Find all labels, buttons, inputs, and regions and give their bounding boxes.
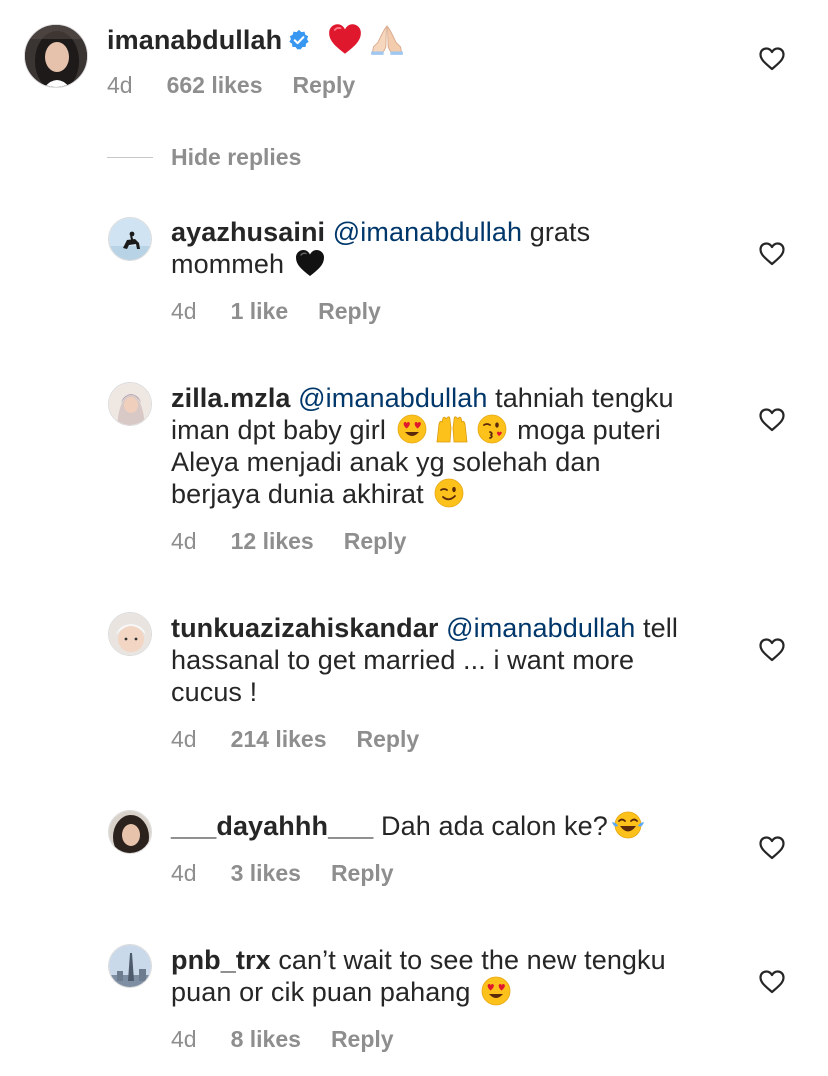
comment-time: 4d	[171, 298, 197, 324]
comment-meta: 4d 8 likes Reply	[171, 1026, 424, 1053]
folded-hands-emoji	[370, 25, 403, 55]
comment-body: can’t wait to see the new tengku	[278, 945, 666, 975]
heart-outline-icon[interactable]	[759, 970, 785, 994]
heart-outline-icon[interactable]	[759, 408, 785, 432]
comment-time: 4d	[107, 72, 133, 98]
username[interactable]: imanabdullah	[107, 25, 282, 55]
comment-time: 4d	[171, 860, 197, 886]
reply-button[interactable]: Reply	[331, 860, 394, 886]
avatar[interactable]	[108, 217, 152, 261]
heart-outline-icon[interactable]	[759, 638, 785, 662]
divider	[107, 156, 153, 158]
reply-button[interactable]: Reply	[318, 298, 381, 324]
comment-text: ___dayahhh___ Dah ada calon ke?	[171, 810, 650, 842]
avatar[interactable]	[108, 382, 152, 426]
comment-text: imanabdullah	[107, 22, 409, 56]
comment-body: Aleya menjadi anak yg solehah dan	[171, 447, 601, 477]
likes-count[interactable]: 8 likes	[231, 1026, 301, 1052]
likes-count[interactable]: 1 like	[231, 298, 289, 324]
mention-link[interactable]: @imanabdullah	[446, 613, 635, 643]
username[interactable]: zilla.mzla	[171, 383, 291, 413]
avatar[interactable]	[108, 944, 152, 988]
heart-outline-icon[interactable]	[759, 47, 785, 71]
heart-eyes-emoji	[397, 414, 427, 444]
likes-count[interactable]: 12 likes	[231, 528, 314, 554]
winking-face-emoji	[434, 478, 464, 508]
tears-of-joy-emoji	[611, 811, 644, 839]
comment-body: berjaya dunia akhirat	[171, 479, 424, 509]
comment-text: ayazhusaini @imanabdullah grats mommeh	[171, 216, 590, 280]
comment-body: hassanal to get married ... i want more	[171, 645, 635, 675]
reply-button[interactable]: Reply	[357, 726, 420, 752]
comment-body: grats	[529, 217, 591, 247]
hide-replies-label[interactable]: Hide replies	[171, 144, 301, 171]
hide-replies-toggle[interactable]: Hide replies	[107, 142, 301, 172]
comment-body: moga puteri	[517, 415, 661, 445]
likes-count[interactable]: 214 likes	[231, 726, 327, 752]
username[interactable]: ___dayahhh___	[171, 811, 373, 841]
comment-body: puan or cik puan pahang	[171, 977, 471, 1007]
comment-text: pnb_trx can’t wait to see the new tengku…	[171, 944, 666, 1008]
comment-body: Dah ada calon ke?	[381, 811, 608, 841]
comment-text: zilla.mzla @imanabdullah tahniah tengku …	[171, 382, 674, 510]
reply-button[interactable]: Reply	[344, 528, 407, 554]
kissing-wink-emoji	[477, 414, 507, 444]
reply-button[interactable]: Reply	[331, 1026, 394, 1052]
avatar[interactable]	[24, 24, 88, 88]
reply-button[interactable]: Reply	[293, 72, 356, 98]
comment-body: tahniah tengku	[495, 383, 674, 413]
comment-meta: 4d 3 likes Reply	[171, 860, 424, 887]
comment-meta: 4d 12 likes Reply	[171, 528, 436, 555]
comment-time: 4d	[171, 528, 197, 554]
mention-link[interactable]: @imanabdullah	[333, 217, 522, 247]
avatar[interactable]	[108, 612, 152, 656]
avatar[interactable]	[108, 810, 152, 854]
username[interactable]: tunkuazizahiskandar	[171, 613, 438, 643]
mention-link[interactable]: @imanabdullah	[298, 383, 487, 413]
black-heart-emoji	[295, 250, 324, 276]
comment-meta: 4d 214 likes Reply	[171, 726, 449, 753]
comment-body: mommeh	[171, 249, 285, 279]
heart-outline-icon[interactable]	[759, 836, 785, 860]
red-heart-emoji	[328, 24, 361, 54]
comment-meta: 4d 1 like Reply	[171, 298, 411, 325]
comment-body: cucus !	[171, 677, 258, 707]
comment-body: iman dpt baby girl	[171, 415, 386, 445]
heart-outline-icon[interactable]	[759, 242, 785, 266]
comment-time: 4d	[171, 1026, 197, 1052]
comment-body: tell	[643, 613, 678, 643]
verified-badge-icon	[289, 29, 309, 50]
comment-text: tunkuazizahiskandar @imanabdullah tell h…	[171, 612, 678, 708]
likes-count[interactable]: 662 likes	[167, 72, 263, 98]
likes-count[interactable]: 3 likes	[231, 860, 301, 886]
comment-meta: 4d 662 likes Reply	[107, 72, 385, 99]
heart-eyes-emoji	[481, 976, 511, 1006]
comment-time: 4d	[171, 726, 197, 752]
raised-hands-emoji	[436, 416, 467, 443]
username[interactable]: pnb_trx	[171, 945, 271, 975]
username[interactable]: ayazhusaini	[171, 217, 325, 247]
